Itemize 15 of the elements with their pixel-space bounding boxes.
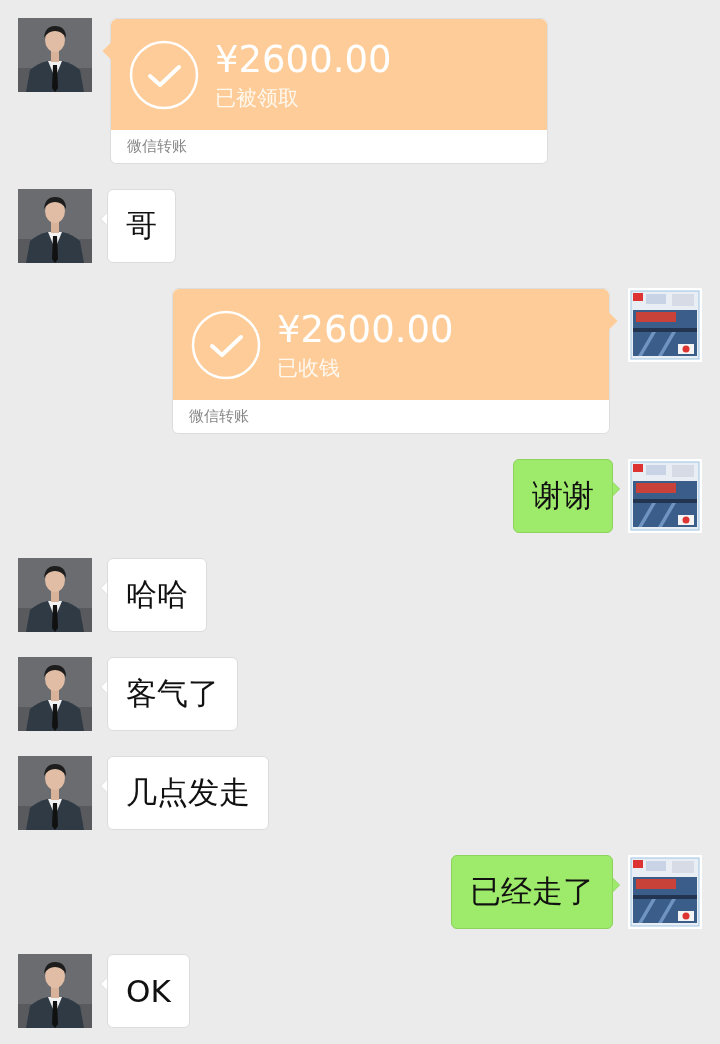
transfer-label: 微信转账 [127, 137, 187, 156]
message-bubble: 哥 [107, 189, 176, 263]
transfer-amount: ¥2600.00 [215, 37, 392, 82]
message-bubble: OK [107, 954, 190, 1028]
check-circle-icon [129, 39, 199, 110]
message-bubble: 谢谢 [513, 459, 613, 533]
check-circle-icon [191, 309, 261, 380]
transfer-status: 已被领取 [215, 84, 300, 112]
message-bubble: 哈哈 [107, 558, 207, 632]
transfer-amount: ¥2600.00 [277, 307, 454, 352]
message-bubble: 客气了 [107, 657, 238, 731]
message-bubble: 几点发走 [107, 756, 269, 830]
transfer-status: 已收钱 [277, 354, 341, 382]
transfer-label: 微信转账 [189, 407, 249, 426]
message-bubble: 已经走了 [451, 855, 613, 929]
